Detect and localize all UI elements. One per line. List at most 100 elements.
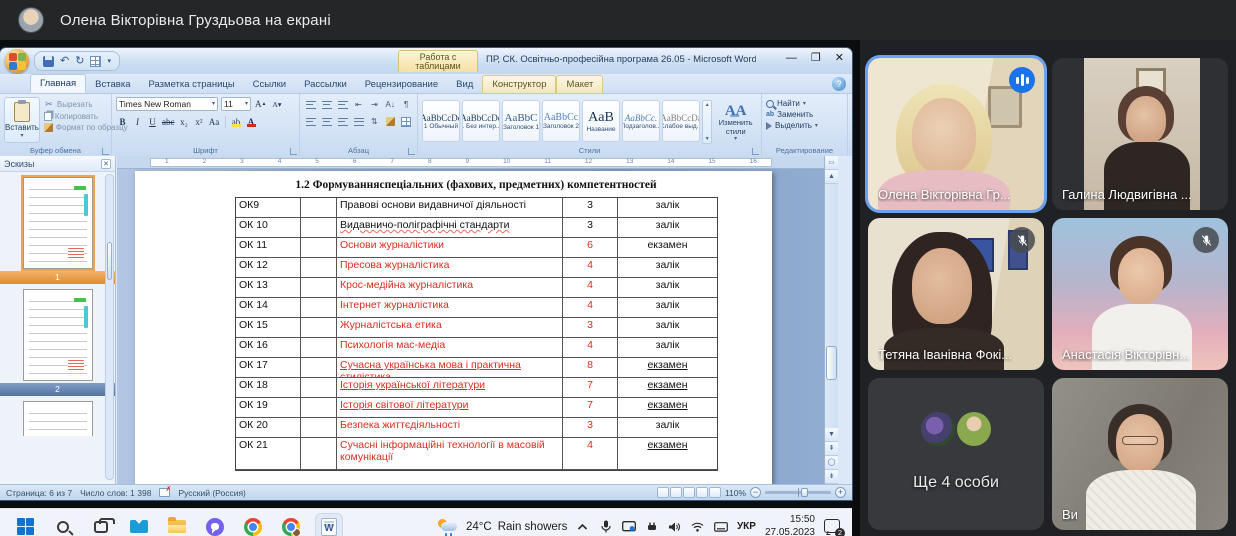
cell-control-form[interactable]: залік [618,258,717,277]
document-page[interactable]: 1.2 Формуванняспеціальних (фахових, пред… [135,171,772,484]
sort-button[interactable]: A↓ [383,98,397,111]
cell-credits[interactable]: 3 [563,418,618,437]
italic-button[interactable]: I [131,115,144,128]
word-app-button[interactable] [316,514,342,536]
ribbon-tab[interactable]: Макет [556,75,603,93]
taskbar-search-button[interactable] [50,514,76,536]
cell-control-form[interactable]: залік [618,318,717,337]
cell-code[interactable]: ОК 16 [236,338,301,357]
cell-discipline-name[interactable]: Видавничо-поліграфічні стандарти [337,218,563,237]
cell-control-form[interactable]: залік [618,218,717,237]
tray-chevron-up-icon[interactable] [576,520,590,534]
cell-code[interactable]: ОК 11 [236,238,301,257]
cell-blank[interactable] [301,418,337,437]
cell-code[interactable]: ОК 21 [236,438,301,469]
cell-blank[interactable] [301,398,337,417]
numbering-button[interactable] [320,98,334,111]
cell-blank[interactable] [301,438,337,469]
ribbon-tab[interactable]: Конструктор [482,75,556,93]
change-styles-button[interactable]: A͟A Изменить стили ▾ [714,100,757,146]
dialog-launcher-icon[interactable] [102,148,109,155]
increase-indent-button[interactable]: ⇥ [367,98,381,111]
plug-icon[interactable] [645,520,659,534]
cell-credits[interactable]: 3 [563,198,618,217]
dialog-launcher-icon[interactable] [752,148,759,155]
cast-screen-icon[interactable] [622,520,636,534]
participant-tile-anastasiia[interactable]: Анастасія Вікторівн... [1052,218,1228,370]
cell-code[interactable]: ОК 13 [236,278,301,297]
save-icon[interactable] [43,56,54,67]
cell-discipline-name[interactable]: Історія української літератури [337,378,563,397]
zoom-level[interactable]: 110% [725,488,746,498]
cell-credits[interactable]: 7 [563,378,618,397]
cell-control-form[interactable]: залік [618,338,717,357]
dialog-launcher-icon[interactable] [290,148,297,155]
cell-code[interactable]: ОК 14 [236,298,301,317]
ribbon-tab[interactable]: Вид [447,76,482,93]
cell-discipline-name[interactable]: Журналістська етика [337,318,563,337]
minimize-button[interactable]: — [786,53,797,64]
style-card[interactable]: AaB Название [582,100,620,142]
cell-blank[interactable] [301,218,337,237]
cell-blank[interactable] [301,238,337,257]
cell-code[interactable]: ОК9 [236,198,301,217]
office-button[interactable] [5,49,29,73]
cell-discipline-name[interactable]: Пресова журналістика [337,258,563,277]
cell-discipline-name[interactable]: Крос-медійна журналістика [337,278,563,297]
cell-credits[interactable]: 7 [563,398,618,417]
scroll-thumb[interactable] [826,346,837,380]
strikethrough-button[interactable]: abc [161,115,176,128]
network-icon[interactable] [691,520,705,534]
cell-discipline-name[interactable]: Психологія мас-медіа [337,338,563,357]
cell-blank[interactable] [301,318,337,337]
scroll-up-icon[interactable]: ▲ [825,170,838,184]
superscript-button[interactable]: x² [193,115,206,128]
align-center-button[interactable] [320,115,334,128]
cell-control-form[interactable]: залік [618,298,717,317]
cell-credits[interactable]: 3 [563,318,618,337]
cell-code[interactable]: ОК 15 [236,318,301,337]
cell-credits[interactable]: 4 [563,278,618,297]
scroll-down-icon[interactable]: ▼ [825,428,838,442]
participant-tile-olena[interactable]: Олена Вікторівна Гр... [868,58,1044,210]
cell-code[interactable]: ОК 19 [236,398,301,417]
replace-button[interactable]: abЗаменить [766,110,843,119]
cell-control-form[interactable]: залік [618,198,717,217]
viber-app-button[interactable] [202,514,228,536]
find-button[interactable]: Найти▾ [766,99,843,108]
cell-discipline-name[interactable]: Сучасна українська мова і практична стил… [337,358,563,377]
word-titlebar[interactable]: ↶ ↻ ▾ Работа с таблицами ПР, СК. Освітнь… [0,48,852,74]
page-thumbnail[interactable] [0,396,115,436]
horizontal-ruler[interactable]: 12345678910111213141516 [117,156,838,169]
cell-control-form[interactable]: екзамен [618,358,717,377]
redo-icon[interactable]: ↻ [75,56,84,67]
underline-button[interactable]: U [146,115,159,128]
cell-blank[interactable] [301,378,337,397]
cell-credits[interactable]: 8 [563,358,618,377]
thumbnails-scrollbar[interactable] [105,174,114,480]
style-card[interactable]: AaBbCcDc 1 Обычный [422,100,460,142]
page-thumbnail[interactable]: 1 [0,177,115,284]
ribbon-tab[interactable]: Вставка [86,76,139,93]
font-name-combo[interactable]: Times New Roman▾ [116,97,218,111]
table-icon[interactable] [90,56,101,67]
cell-credits[interactable]: 4 [563,438,618,469]
cell-credits[interactable]: 6 [563,238,618,257]
cell-discipline-name[interactable]: Інтернет журналістика [337,298,563,317]
start-button[interactable] [12,514,38,536]
language-indicator[interactable]: Русский (Россия) [178,488,245,498]
cell-blank[interactable] [301,298,337,317]
line-spacing-button[interactable]: ⇅ [367,115,381,128]
cell-code[interactable]: ОК 10 [236,218,301,237]
bold-button[interactable]: B [116,115,129,128]
ribbon-tab[interactable]: Ссылки [244,76,295,93]
shrink-font-button[interactable]: A▾ [270,98,283,111]
styles-scrollbar[interactable]: ▲▼ [702,100,712,144]
mail-app-button[interactable] [126,514,152,536]
grow-font-button[interactable]: A▲ [254,98,267,111]
next-page-icon[interactable]: ⇟ [825,470,838,484]
help-icon[interactable]: ? [832,77,846,91]
self-view-tile[interactable]: Ви [1052,378,1228,530]
qat-dropdown-icon[interactable]: ▾ [107,58,111,65]
cell-discipline-name[interactable]: Сучасні інформаційні технології в масові… [337,438,563,469]
